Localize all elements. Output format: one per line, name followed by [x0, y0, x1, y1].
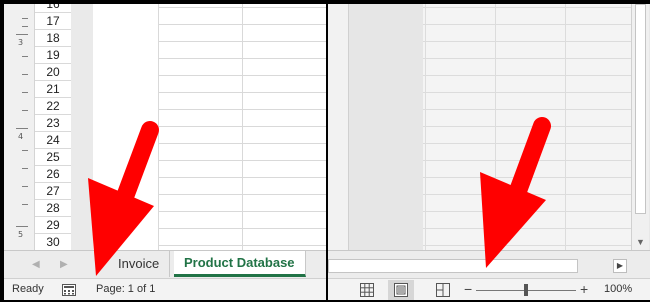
horizontal-scrollbar[interactable]: ▶ [328, 250, 650, 279]
next-sheet-icon[interactable]: ▶ [60, 259, 68, 270]
row-header[interactable]: 25 [35, 149, 71, 166]
page-margin [349, 4, 423, 250]
row-header[interactable]: 26 [35, 166, 71, 183]
normal-view-button[interactable] [354, 280, 380, 300]
row-header[interactable]: 27 [35, 183, 71, 200]
ruler-number: 5 [18, 230, 24, 239]
zoom-out-button[interactable]: − [464, 281, 472, 297]
tab-invoice[interactable]: Invoice [108, 251, 171, 277]
row-header[interactable]: 20 [35, 64, 71, 81]
cell-grid[interactable] [158, 4, 326, 250]
vertical-ruler [328, 4, 349, 250]
status-page-number: Page: 1 of 1 [96, 283, 156, 295]
row-headers: 16 17 18 19 20 21 22 23 24 25 26 27 28 2… [35, 4, 71, 251]
page-break-preview-button[interactable] [430, 280, 456, 300]
row-header[interactable]: 21 [35, 81, 71, 98]
screenshot-frame: 3 4 5 16 17 18 19 20 21 22 23 24 25 26 2… [0, 0, 650, 302]
vertical-scrollbar[interactable]: ▼ [631, 4, 649, 250]
page-break-icon [436, 283, 450, 297]
row-header[interactable]: 17 [35, 13, 71, 30]
row-header[interactable]: 29 [35, 217, 71, 234]
row-header[interactable]: 19 [35, 47, 71, 64]
sheet-tabs-bar: ◀ ▶ Invoice Product Database [4, 250, 326, 279]
left-pane: 3 4 5 16 17 18 19 20 21 22 23 24 25 26 2… [4, 4, 326, 300]
grid-icon [360, 283, 374, 297]
zoom-level[interactable]: 100% [604, 283, 632, 295]
row-header[interactable]: 24 [35, 132, 71, 149]
page-margin [71, 4, 93, 250]
status-bar-left: Ready Page: 1 of 1 [4, 278, 326, 300]
horizontal-scroll-thumb[interactable] [328, 259, 578, 273]
scroll-down-icon[interactable]: ▼ [636, 237, 645, 247]
vertical-scroll-thumb[interactable] [635, 4, 646, 214]
page-layout-view-button[interactable] [388, 280, 414, 300]
right-pane: ▼ ▶ − + 100% [328, 4, 650, 300]
macro-recording-icon[interactable] [62, 284, 76, 296]
row-header[interactable]: 23 [35, 115, 71, 132]
tab-product-database[interactable]: Product Database [174, 251, 306, 277]
row-header[interactable]: 18 [35, 30, 71, 47]
scroll-right-icon[interactable]: ▶ [613, 259, 627, 273]
ruler-number: 4 [18, 132, 24, 141]
status-bar-right: − + 100% [328, 278, 650, 300]
page-area[interactable] [93, 4, 158, 250]
row-header[interactable]: 30 [35, 234, 71, 251]
vertical-ruler: 3 4 5 [4, 4, 35, 250]
row-header[interactable]: 16 [35, 4, 71, 13]
page-layout-icon [394, 283, 408, 297]
row-header[interactable]: 28 [35, 200, 71, 217]
cell-grid[interactable] [423, 4, 631, 250]
zoom-slider-thumb[interactable] [524, 284, 528, 296]
zoom-in-button[interactable]: + [580, 281, 588, 297]
status-ready: Ready [12, 283, 44, 295]
prev-sheet-icon[interactable]: ◀ [32, 259, 40, 270]
ruler-number: 3 [18, 38, 24, 47]
row-header[interactable]: 22 [35, 98, 71, 115]
